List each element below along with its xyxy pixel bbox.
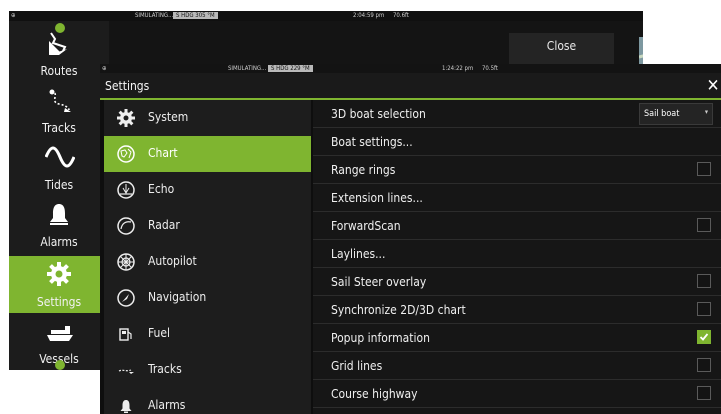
close-button[interactable]: Close [509, 33, 614, 67]
option-range-rings[interactable]: Range rings [313, 156, 721, 184]
echo-icon [117, 181, 135, 199]
scroll-indicator-bottom [55, 360, 65, 370]
popup-information-checkbox[interactable] [697, 330, 711, 344]
option-grid-lines[interactable]: Grid lines [313, 352, 721, 380]
settings-dialog: ⊕ SIMULATING... S HDG 229 °M 1:24:22 pm … [100, 64, 721, 414]
settings-category-list: System Chart Echo Radar Autopilot Naviga… [104, 100, 311, 414]
option-label: 3D boat selection [331, 107, 426, 121]
scroll-indicator-top [55, 23, 65, 33]
radar-icon [117, 217, 135, 235]
category-fuel[interactable]: Fuel [104, 316, 311, 352]
status-mode: SIMULATING... [135, 12, 174, 19]
option-label: Sail Steer overlay [331, 275, 427, 289]
settings-status-bar: ⊕ SIMULATING... S HDG 229 °M 1:24:22 pm … [100, 64, 721, 73]
sidebar-item-label: Settings [36, 295, 82, 309]
navigation-icon [117, 289, 135, 307]
settings-title-bar: Settings ✕ [100, 73, 721, 100]
sidebar-item-tracks[interactable]: Tracks [9, 82, 109, 139]
background-status-bar: ⊕ SIMULATING... S HDG 305 °M 2:04:59 pm … [9, 11, 643, 21]
category-alarms[interactable]: Alarms [104, 388, 311, 414]
option-label: Boat settings... [331, 135, 413, 149]
tracks-icon [118, 369, 134, 374]
boat-type-dropdown[interactable]: Sail boat ▾ [639, 103, 713, 125]
option-label: ForwardScan [331, 219, 401, 233]
chevron-down-icon: ▾ [704, 108, 708, 116]
status-icon: ⊕ [11, 12, 16, 19]
option-label: Synchronize 2D/3D chart [331, 303, 466, 317]
category-label: Navigation [148, 290, 207, 304]
option-3d-boat-selection[interactable]: 3D boat selection Sail boat ▾ [313, 100, 721, 128]
grid-lines-checkbox[interactable] [697, 358, 711, 372]
range-rings-checkbox[interactable] [697, 162, 711, 176]
category-label: Tracks [148, 362, 182, 376]
dropdown-value: Sail boat [644, 109, 680, 119]
option-boat-settings[interactable]: Boat settings... [313, 128, 721, 156]
gear-icon [47, 262, 71, 286]
category-label: Fuel [148, 326, 171, 340]
category-tracks[interactable]: Tracks [104, 352, 311, 388]
option-synchronize-2d-3d-chart[interactable]: Synchronize 2D/3D chart [313, 296, 721, 324]
category-label: Echo [148, 182, 175, 196]
sidebar-item-label: Alarms [40, 235, 78, 249]
sidebar-item-label: Tides [44, 178, 74, 192]
synchronize-chart-checkbox[interactable] [697, 302, 711, 316]
sidebar-item-alarms[interactable]: Alarms [9, 196, 109, 253]
status-heading: S HDG 229 °M [268, 65, 313, 72]
sidebar-item-tides[interactable]: Tides [9, 139, 109, 196]
category-label: Alarms [148, 398, 186, 412]
category-system[interactable]: System [104, 100, 311, 136]
option-label: Range rings [331, 163, 396, 177]
category-autopilot[interactable]: Autopilot [104, 244, 311, 280]
status-time: 1:24:22 pm [442, 65, 474, 72]
autopilot-icon [117, 253, 135, 271]
sidebar-item-settings[interactable]: Settings [9, 256, 109, 313]
background-top-strip: Close [109, 21, 643, 71]
option-extension-lines[interactable]: Extension lines... [313, 184, 721, 212]
category-chart[interactable]: Chart [104, 136, 311, 172]
forwardscan-checkbox[interactable] [697, 218, 711, 232]
status-icon: ⊕ [102, 65, 107, 72]
tracks-icon [49, 89, 71, 112]
close-icon[interactable]: ✕ [705, 76, 721, 96]
page-title: Settings [105, 79, 150, 93]
category-label: Chart [148, 146, 178, 160]
option-laylines[interactable]: Laylines... [313, 240, 721, 268]
status-heading: S HDG 305 °M [173, 12, 218, 19]
routes-icon [49, 32, 67, 55]
status-depth: 70.6ft [393, 12, 409, 19]
sail-steer-overlay-checkbox[interactable] [697, 274, 711, 288]
option-sail-steer-overlay[interactable]: Sail Steer overlay [313, 268, 721, 296]
category-navigation[interactable]: Navigation [104, 280, 311, 316]
chart-settings-list: 3D boat selection Sail boat ▾ Boat setti… [313, 100, 721, 414]
sidebar-item-label: Tracks [42, 121, 76, 135]
option-label: Grid lines [331, 359, 383, 373]
tides-icon [45, 146, 75, 168]
option-popup-information[interactable]: Popup information [313, 324, 721, 352]
category-echo[interactable]: Echo [104, 172, 311, 208]
option-course-highway[interactable]: Course highway [313, 380, 721, 408]
bell-icon [50, 204, 68, 225]
sidebar-item-routes[interactable]: Routes [9, 25, 109, 82]
chart-icon [117, 145, 135, 163]
status-time: 2:04:59 pm [353, 12, 385, 19]
status-mode: SIMULATING... [228, 65, 267, 72]
option-label: Course highway [331, 387, 418, 401]
category-radar[interactable]: Radar [104, 208, 311, 244]
sidebar-item-label: Routes [40, 64, 78, 78]
background-sidebar: Routes Tracks Tides Alarms Settings Vess… [9, 21, 109, 370]
checkmark-icon [699, 333, 709, 341]
vessels-icon [47, 326, 73, 341]
course-highway-checkbox[interactable] [697, 386, 711, 400]
fuel-icon [119, 328, 132, 341]
option-label: Laylines... [331, 247, 386, 261]
option-label: Popup information [331, 331, 430, 345]
category-label: System [148, 110, 189, 124]
gear-icon [117, 109, 135, 127]
status-depth: 70.5ft [482, 65, 498, 72]
option-forwardscan[interactable]: ForwardScan [313, 212, 721, 240]
category-label: Radar [148, 218, 180, 232]
category-label: Autopilot [148, 254, 197, 268]
bell-icon [120, 400, 132, 413]
option-label: Extension lines... [331, 191, 423, 205]
